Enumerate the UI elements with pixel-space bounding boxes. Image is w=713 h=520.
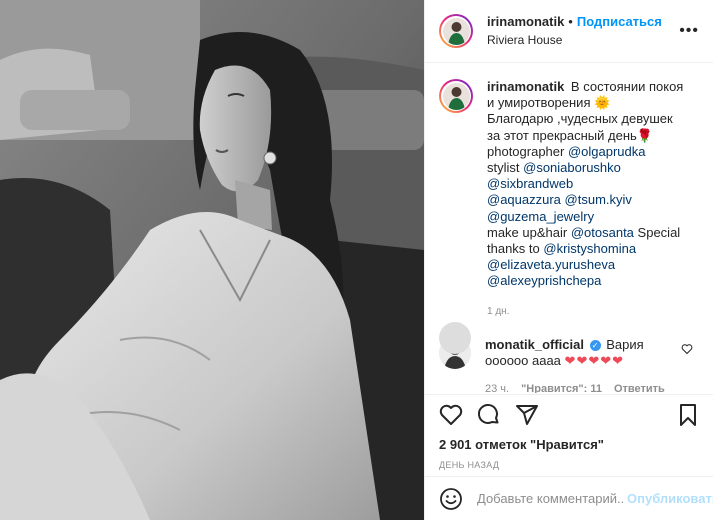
rose-emoji: 🌹 bbox=[636, 127, 653, 143]
tag-tsum[interactable]: @tsum.kyiv bbox=[565, 192, 632, 207]
avatar-image bbox=[442, 17, 470, 45]
comment-like-heart-icon[interactable] bbox=[681, 343, 693, 355]
action-icons bbox=[439, 403, 700, 427]
tag-thanks-3[interactable]: @alexeyprishchepa bbox=[487, 273, 601, 288]
tag-stylist-1[interactable]: @soniaborushko bbox=[523, 160, 621, 175]
post-panel: irinamonatik • Подписаться Riviera House… bbox=[424, 0, 713, 520]
emoji-icon[interactable] bbox=[439, 487, 463, 511]
post-header: irinamonatik • Подписаться Riviera House… bbox=[425, 0, 713, 63]
more-options-icon[interactable]: ••• bbox=[679, 22, 699, 40]
tag-thanks-2[interactable]: @elizaveta.yurusheva bbox=[487, 257, 615, 272]
post-photo-image bbox=[0, 0, 424, 520]
instagram-post: irinamonatik • Подписаться Riviera House… bbox=[0, 0, 713, 520]
caption-avatar[interactable] bbox=[439, 79, 473, 113]
comment-likes[interactable]: "Нравится": 11 bbox=[521, 381, 602, 393]
post-caption: irinamonatik В состоянии покоя и умиротв… bbox=[439, 79, 699, 320]
verified-badge-icon: ✓ bbox=[589, 339, 601, 351]
photographer-label: photographer bbox=[487, 143, 565, 159]
caption-text: irinamonatik В состоянии покоя и умиротв… bbox=[487, 79, 685, 320]
makeup-label: make up&hair bbox=[487, 224, 568, 240]
add-comment-bar: Опубликовать bbox=[425, 476, 713, 520]
stylist-label: stylist bbox=[487, 160, 520, 176]
save-bookmark-icon[interactable] bbox=[676, 403, 700, 427]
reply-button[interactable]: Ответить bbox=[614, 381, 665, 393]
caption-time[interactable]: 1 дн. bbox=[487, 304, 685, 320]
like-heart-icon[interactable] bbox=[439, 403, 463, 427]
comment-hearts: ❤❤❤❤❤ bbox=[564, 353, 625, 369]
share-icon[interactable] bbox=[515, 403, 539, 427]
author-username[interactable]: irinamonatik bbox=[487, 13, 564, 30]
tag-guzema[interactable]: @guzema_jewelry bbox=[487, 209, 594, 224]
comment-item: monatik_official ✓ Вария оооооо аaaa ❤❤❤… bbox=[439, 336, 699, 393]
comment-time[interactable]: 23 ч. bbox=[485, 381, 509, 393]
post-photo[interactable] bbox=[0, 0, 424, 520]
caption-avatar-image bbox=[442, 82, 470, 110]
publish-button[interactable]: Опубликовать bbox=[627, 491, 713, 506]
follow-button[interactable]: Подписаться bbox=[577, 13, 662, 30]
caption-username[interactable]: irinamonatik bbox=[487, 79, 564, 94]
tag-aquazzura[interactable]: @aquazzura bbox=[487, 192, 561, 207]
tag-photographer[interactable]: @olgaprudka bbox=[568, 144, 646, 159]
comment-icon[interactable] bbox=[477, 403, 501, 427]
comment-meta: 23 ч. "Нравится": 11 Ответить bbox=[485, 381, 665, 393]
comment-input[interactable] bbox=[477, 491, 625, 506]
tag-makeup[interactable]: @otosanta bbox=[571, 225, 634, 240]
commenter-username[interactable]: monatik_official bbox=[485, 337, 584, 352]
posted-time[interactable]: ДЕНЬ НАЗАД bbox=[439, 460, 700, 470]
likes-count[interactable]: 2 901 отметок "Нравится" bbox=[439, 437, 700, 452]
separator-dot: • bbox=[568, 14, 573, 29]
tag-thanks-1[interactable]: @kristyshomina bbox=[543, 241, 636, 256]
author-avatar[interactable] bbox=[439, 14, 473, 48]
next-comment-avatar[interactable] bbox=[439, 322, 471, 354]
post-actions: 2 901 отметок "Нравится" ДЕНЬ НАЗАД bbox=[425, 394, 713, 470]
tag-stylist-2[interactable]: @sixbrandweb bbox=[487, 176, 573, 191]
location-link[interactable]: Riviera House bbox=[487, 32, 662, 49]
sun-emoji: 🌞 bbox=[594, 95, 611, 111]
